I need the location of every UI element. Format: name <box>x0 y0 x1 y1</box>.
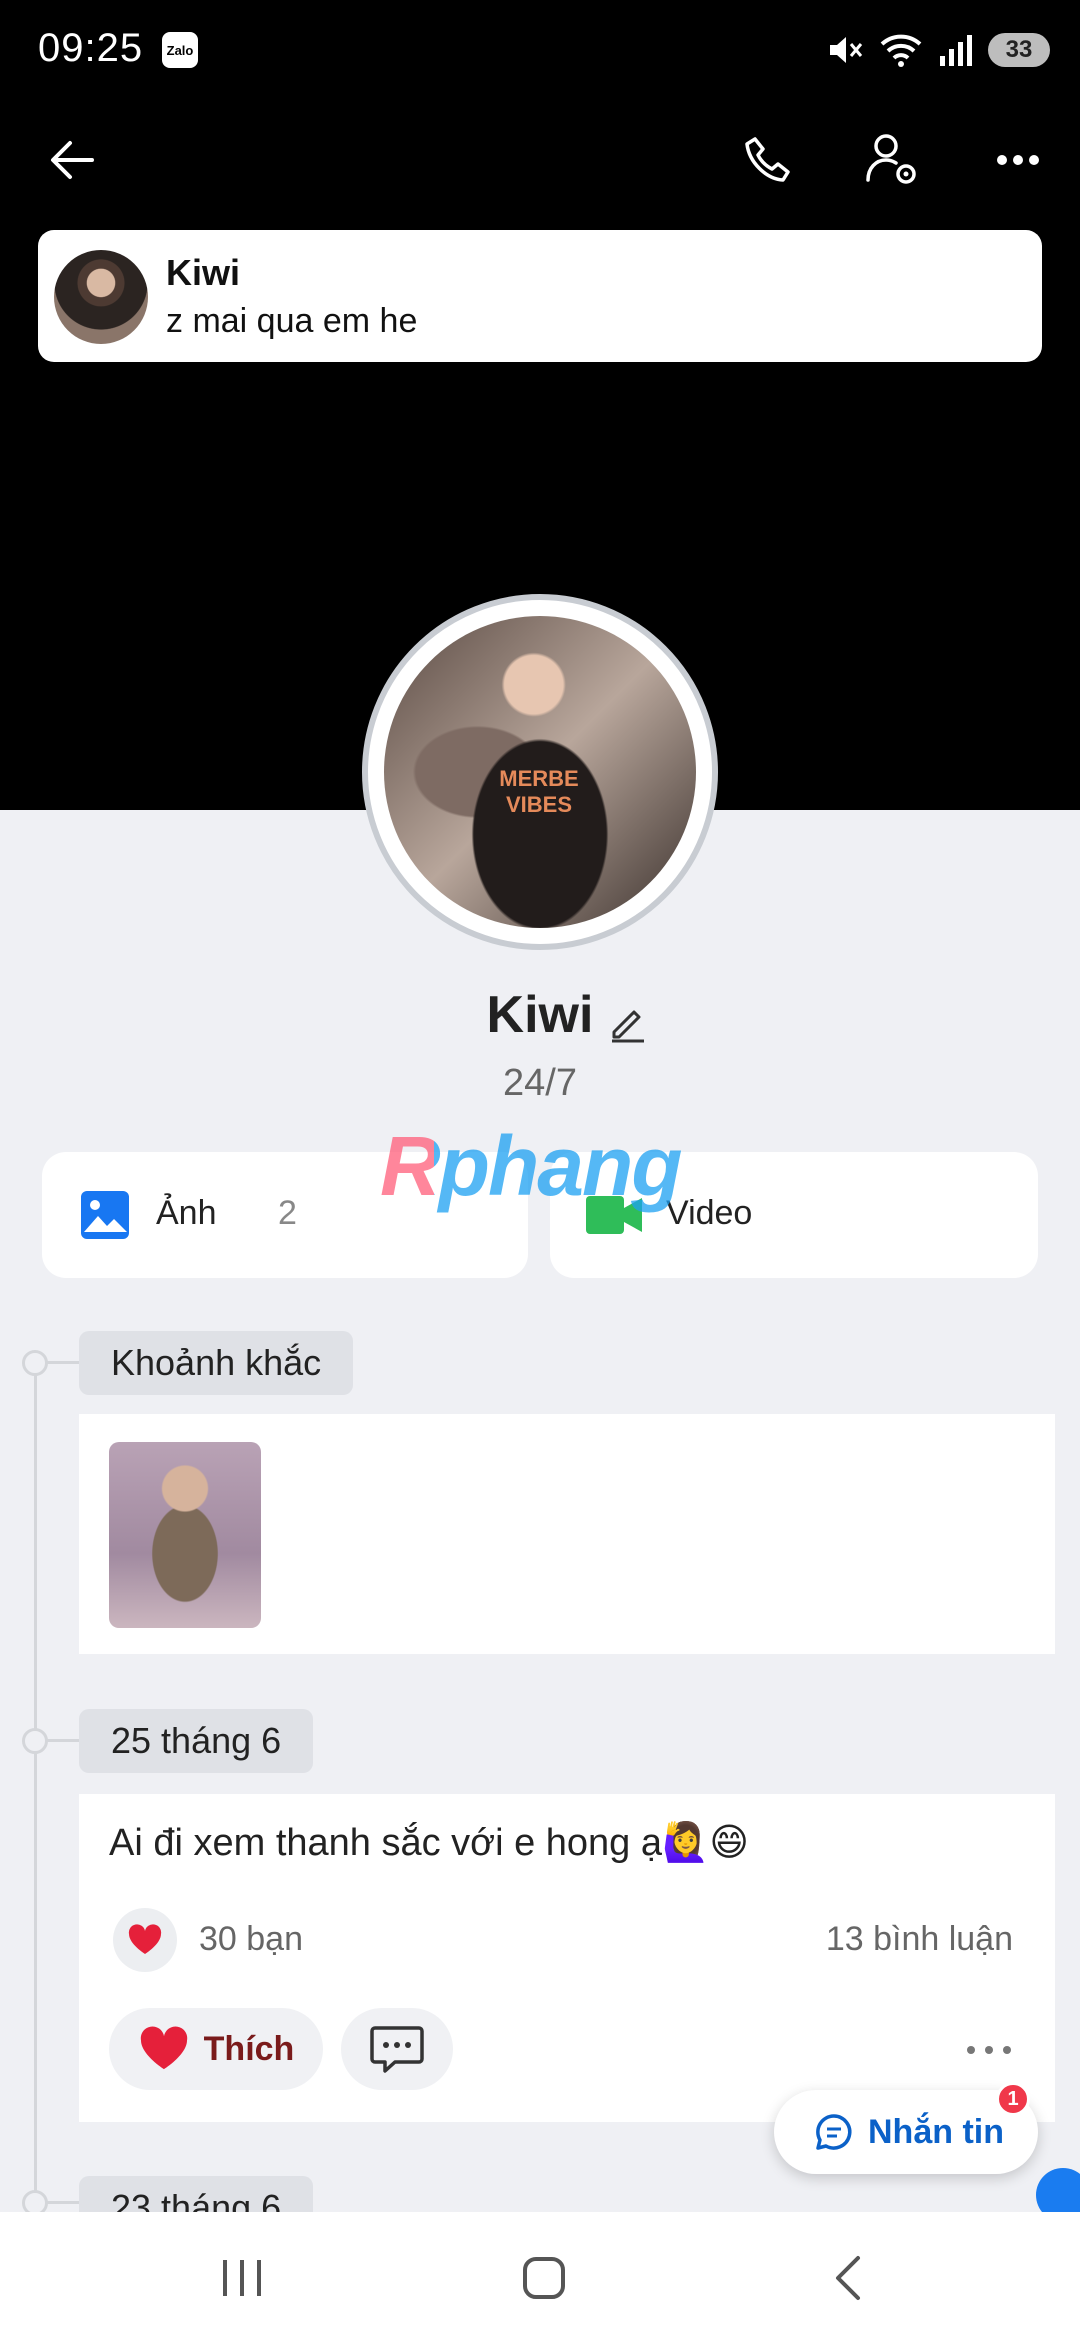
timeline-connector <box>46 1361 80 1364</box>
edit-name-button[interactable] <box>606 1000 650 1044</box>
avatar-photo: MERBE VIBES <box>384 616 696 928</box>
status-bar: 09:25 Zalo 33 <box>0 0 1080 100</box>
watermark-logo: Rphang <box>380 1119 683 1213</box>
phone-icon <box>745 137 790 182</box>
notification-sender: Kiwi <box>166 252 241 293</box>
post-text: Ai đi xem thanh sắc với e hong ạ🙋‍♀️😄 <box>109 1822 749 1864</box>
mute-icon <box>830 37 863 63</box>
timeline-dot <box>22 1350 48 1376</box>
moments-section <box>79 1414 1055 1654</box>
home-button[interactable] <box>514 2248 574 2308</box>
back-button[interactable] <box>40 128 104 192</box>
system-nav-bar <box>0 2212 1080 2340</box>
photos-count: 2 <box>278 1194 297 1232</box>
profile-status: 24/7 <box>503 1062 577 1104</box>
like-button[interactable]: Thích <box>109 2008 323 2090</box>
home-icon <box>523 2257 565 2299</box>
more-horizontal-icon <box>967 2046 1011 2054</box>
user-settings-icon <box>866 134 916 184</box>
shirt-print: MERBE VIBES <box>499 766 579 817</box>
image-icon <box>81 1191 129 1239</box>
timeline-dot <box>22 1728 48 1754</box>
send-message-label: Nhắn tin <box>868 2112 1004 2151</box>
reactions-count[interactable]: 30 bạn <box>199 1920 303 1959</box>
zalo-notification-icon: Zalo <box>162 32 198 68</box>
sender-avatar <box>54 250 148 344</box>
recent-apps-icon <box>223 2260 261 2296</box>
message-notification-banner[interactable]: Kiwi z mai qua em he <box>38 230 1042 362</box>
more-horizontal-icon <box>997 155 1039 165</box>
comments-count[interactable]: 13 bình luận <box>826 1920 1013 1959</box>
arrow-left-icon <box>51 141 94 179</box>
chat-bubble-icon <box>816 2114 852 2150</box>
moment-thumbnail[interactable] <box>109 1442 261 1628</box>
profile-settings-button[interactable] <box>860 128 924 192</box>
reactions-summary[interactable] <box>113 1908 177 1972</box>
moments-chip: Khoảnh khắc <box>79 1331 354 1395</box>
notification-message: z mai qua em he <box>166 302 418 340</box>
timeline-connector <box>46 2201 80 2204</box>
recent-apps-button[interactable] <box>212 2248 272 2308</box>
back-nav-button[interactable] <box>818 2248 878 2308</box>
status-time: 09:25 <box>38 26 144 70</box>
like-label: Thích <box>203 2029 295 2068</box>
date-chip: 25 tháng 6 <box>79 1709 314 1773</box>
signal-icon <box>940 35 972 66</box>
pencil-icon <box>612 1010 644 1043</box>
battery-indicator: 33 <box>988 33 1050 67</box>
post-more-button[interactable] <box>959 2030 1019 2070</box>
chevron-left-icon <box>836 2256 860 2300</box>
more-options-button[interactable] <box>986 128 1050 192</box>
photos-label: Ảnh <box>156 1194 217 1232</box>
timeline-connector <box>46 1739 80 1742</box>
unread-badge: 1 <box>996 2082 1030 2116</box>
timeline-post[interactable]: Ai đi xem thanh sắc với e hong ạ🙋‍♀️😄 30… <box>79 1794 1055 2122</box>
heart-icon <box>140 2026 187 2070</box>
profile-avatar[interactable]: MERBE VIBES <box>362 594 718 950</box>
send-message-button[interactable]: Nhắn tin 1 <box>774 2082 1038 2174</box>
profile-name: Kiwi <box>486 986 594 1044</box>
timeline-line <box>34 1362 37 2212</box>
comment-button[interactable] <box>341 2008 453 2090</box>
wifi-icon <box>880 34 922 67</box>
comment-icon <box>370 2026 424 2073</box>
call-button[interactable] <box>736 128 800 192</box>
heart-icon <box>128 1924 162 1954</box>
